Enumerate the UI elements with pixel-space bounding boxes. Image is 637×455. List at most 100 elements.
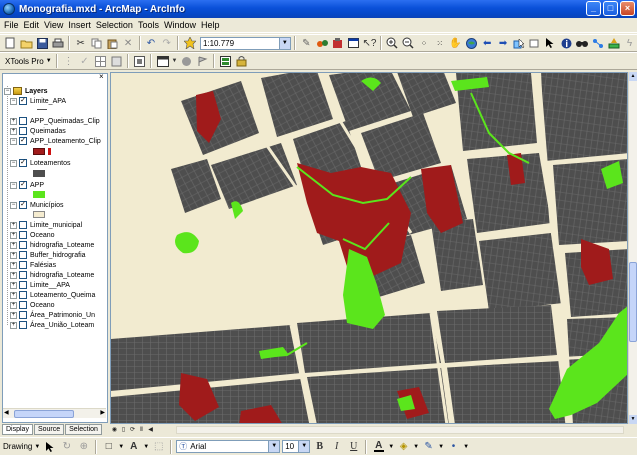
expand-icon[interactable]: +: [10, 127, 17, 135]
toc-horizontal-scrollbar[interactable]: ◀ ▶: [3, 408, 106, 418]
new-icon[interactable]: [3, 36, 18, 51]
menu-tools[interactable]: Tools: [138, 20, 159, 30]
toc-layer-municipios[interactable]: − ✓ Municípios: [10, 200, 63, 210]
font-combo[interactable]: Ⓣ Arial ▼: [176, 440, 281, 453]
close-button[interactable]: ×: [620, 1, 635, 16]
toc-layer-queimadas[interactable]: + Queimadas: [10, 126, 66, 136]
layer-visibility-checkbox[interactable]: ✓: [19, 137, 27, 145]
font-color-button[interactable]: A: [371, 439, 386, 454]
scroll-left-icon[interactable]: ◀: [4, 409, 9, 416]
toc-layer-oceano[interactable]: + Oceano: [10, 230, 55, 240]
collapse-icon[interactable]: −: [10, 137, 17, 145]
go-forward-icon[interactable]: ➡: [496, 36, 511, 51]
menu-selection[interactable]: Selection: [96, 20, 133, 30]
zoom-whole-page-icon[interactable]: ⊕: [76, 439, 91, 454]
expand-icon[interactable]: +: [10, 117, 17, 125]
marker-color-icon[interactable]: •: [446, 439, 461, 454]
save-icon[interactable]: [35, 36, 50, 51]
collapse-icon[interactable]: −: [10, 159, 17, 167]
data-view-icon[interactable]: ◉: [110, 426, 119, 435]
go-back-icon[interactable]: ⬅: [480, 36, 495, 51]
drawing-menu[interactable]: Drawing: [3, 442, 32, 451]
layer-visibility-checkbox[interactable]: [19, 301, 27, 309]
layer-visibility-checkbox[interactable]: [19, 271, 27, 279]
xtools-layers-icon[interactable]: [218, 54, 233, 69]
minimize-button[interactable]: _: [586, 1, 601, 16]
layout-view-icon[interactable]: ▯: [119, 426, 128, 435]
chevron-down-icon[interactable]: ▼: [298, 441, 310, 452]
expand-icon[interactable]: +: [10, 251, 17, 259]
zoom-in-icon[interactable]: [385, 36, 400, 51]
xtools-flag-icon[interactable]: [195, 54, 210, 69]
scroll-up-icon[interactable]: ▲: [629, 72, 637, 81]
lightning-icon[interactable]: ϟ: [622, 36, 637, 51]
toc-layer-buffer-hidrografia[interactable]: + Buffer_hidrografia: [10, 250, 86, 260]
map-scroll-thumb[interactable]: [629, 262, 637, 342]
underline-button[interactable]: U: [346, 439, 361, 454]
collapse-icon[interactable]: −: [4, 87, 11, 95]
maximize-button[interactable]: □: [603, 1, 618, 16]
pause-drawing-icon[interactable]: Ⅱ: [137, 426, 146, 435]
toc-layer-loteamento-queima[interactable]: + Loteamento_Queima: [10, 290, 95, 300]
toc-layer-app-queimadas-clip[interactable]: + APP_Queimadas_Clip: [10, 116, 100, 126]
toc-layer-limite-municipal[interactable]: + Limite_municipal: [10, 220, 82, 230]
expand-icon[interactable]: +: [10, 241, 17, 249]
map-display[interactable]: [110, 72, 628, 424]
toc-layer-limite-apa[interactable]: − ✓ Limite_APA: [10, 96, 66, 106]
layer-visibility-checkbox[interactable]: [19, 281, 27, 289]
fixed-zoom-out-icon[interactable]: ⁙: [432, 36, 447, 51]
toc-layer-hidrografia-loteame[interactable]: + hidrografia_Loteame: [10, 240, 94, 250]
paste-icon[interactable]: [105, 36, 120, 51]
edit-vertices-icon[interactable]: ⬚: [151, 439, 166, 454]
fill-color-icon[interactable]: ◈: [396, 439, 411, 454]
fixed-zoom-in-icon[interactable]: ⁘: [417, 36, 432, 51]
layer-visibility-checkbox[interactable]: ✓: [19, 159, 27, 167]
layer-visibility-checkbox[interactable]: ✓: [19, 97, 27, 105]
toc-layer-hidrografia-loteame-2[interactable]: + hidrografia_Loteame: [10, 270, 94, 280]
xtools-table-icon[interactable]: ⋮: [61, 54, 76, 69]
delete-icon[interactable]: ✕: [121, 36, 136, 51]
xtools-shape-icon[interactable]: [109, 54, 124, 69]
toc-close-icon[interactable]: ×: [99, 73, 107, 81]
select-features-icon[interactable]: [511, 36, 526, 51]
xtools-circle-icon[interactable]: [179, 54, 194, 69]
expand-icon[interactable]: +: [10, 321, 17, 329]
expand-icon[interactable]: +: [10, 301, 17, 309]
collapse-icon[interactable]: −: [10, 97, 17, 105]
layer-visibility-checkbox[interactable]: [19, 241, 27, 249]
tab-source[interactable]: Source: [33, 424, 65, 435]
xtools-grid-icon[interactable]: [93, 54, 108, 69]
tab-selection[interactable]: Selection: [65, 424, 102, 435]
table-of-contents[interactable]: − Layers − ✓ Limite_APA + APP_Queimadas_…: [2, 73, 108, 423]
menu-help[interactable]: Help: [201, 20, 220, 30]
redo-icon[interactable]: ↷: [159, 36, 174, 51]
layer-visibility-checkbox[interactable]: [19, 321, 27, 329]
layer-visibility-checkbox[interactable]: [19, 127, 27, 135]
select-elements-icon[interactable]: [42, 439, 57, 454]
menu-edit[interactable]: Edit: [24, 20, 40, 30]
full-extent-icon[interactable]: [464, 36, 479, 51]
whats-this-icon[interactable]: ↖?: [362, 36, 377, 51]
map-horizontal-scrollbar[interactable]: [176, 426, 624, 434]
xtools-check-icon[interactable]: ✓: [77, 54, 92, 69]
collapse-icon[interactable]: −: [10, 181, 17, 189]
map-vertical-scrollbar[interactable]: ▲ ▼: [628, 72, 637, 424]
line-color-icon[interactable]: ✎: [421, 439, 436, 454]
layer-visibility-checkbox[interactable]: [19, 291, 27, 299]
expand-icon[interactable]: +: [10, 291, 17, 299]
toc-layer-area-uniao[interactable]: + Área_União_Loteam: [10, 320, 94, 330]
layer-visibility-checkbox[interactable]: [19, 231, 27, 239]
pan-icon[interactable]: ✋: [448, 36, 463, 51]
toc-layer-loteamentos[interactable]: − ✓ Loteamentos: [10, 158, 70, 168]
toc-root[interactable]: − Layers: [4, 86, 48, 96]
scroll-left-icon[interactable]: ◀: [146, 426, 155, 435]
italic-button[interactable]: I: [329, 439, 344, 454]
find-icon[interactable]: [575, 36, 590, 51]
toc-layer-oceano-2[interactable]: + Oceano: [10, 300, 55, 310]
layer-visibility-checkbox[interactable]: [19, 221, 27, 229]
measure-icon[interactable]: [590, 36, 605, 51]
bold-button[interactable]: B: [312, 439, 327, 454]
scroll-right-icon[interactable]: ▶: [100, 409, 105, 416]
layer-visibility-checkbox[interactable]: ✓: [19, 201, 27, 209]
arccatalog-icon[interactable]: [330, 36, 345, 51]
